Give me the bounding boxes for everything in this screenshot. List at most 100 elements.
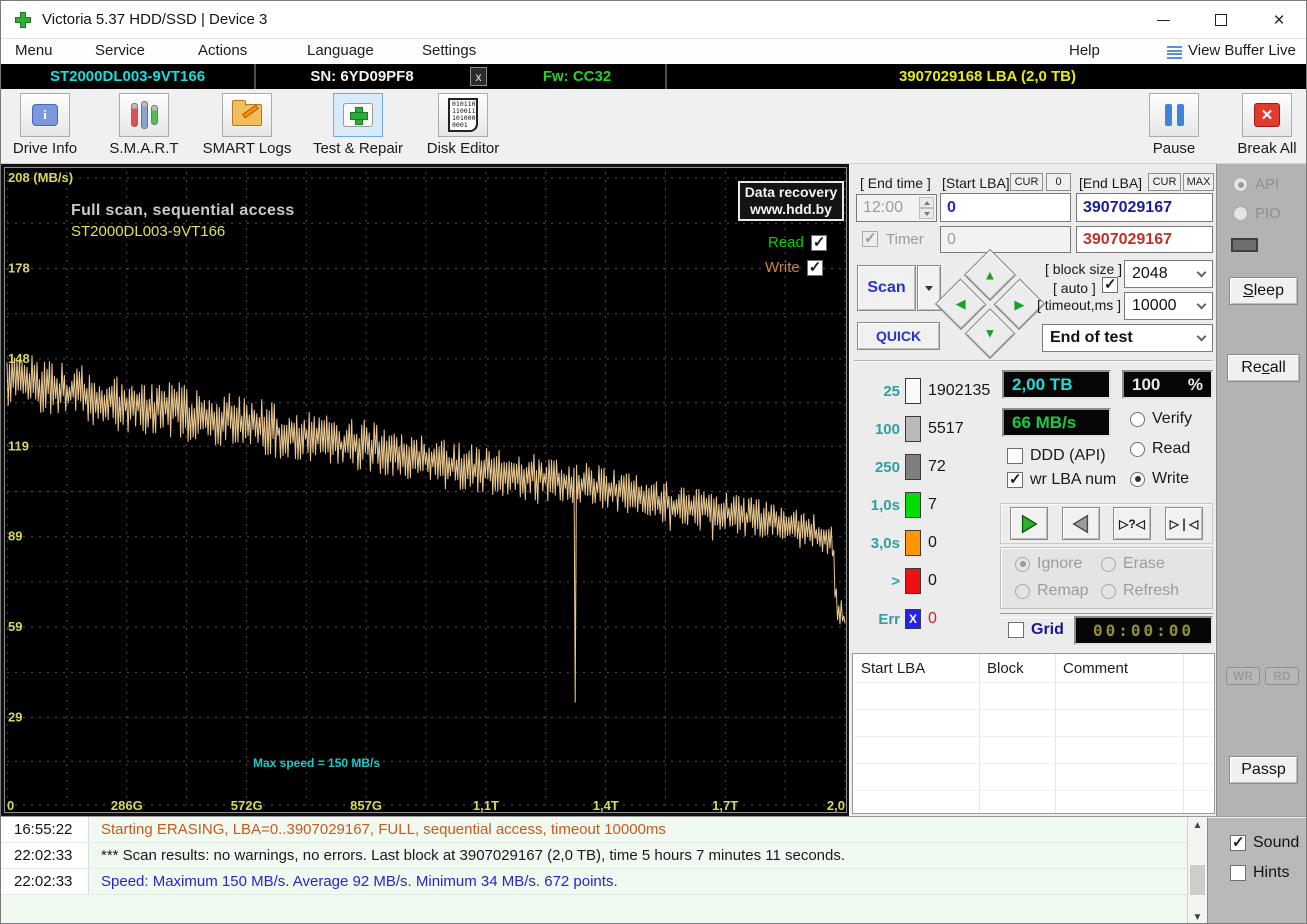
- legend-read: Read: [768, 233, 827, 251]
- erase-option[interactable]: Erase: [1101, 555, 1165, 573]
- wr-lba-option[interactable]: wr LBA num: [1007, 470, 1116, 489]
- ignore-option[interactable]: Ignore: [1015, 555, 1082, 573]
- svg-text:572G: 572G: [231, 798, 263, 812]
- auto-checkbox[interactable]: [1102, 275, 1118, 293]
- menu-item-menu[interactable]: Menu: [15, 42, 53, 59]
- menu-item-actions[interactable]: Actions: [198, 42, 247, 59]
- hints-option[interactable]: Hints: [1230, 864, 1289, 882]
- reverse-button[interactable]: [1062, 507, 1100, 540]
- api-option[interactable]: API: [1233, 176, 1279, 193]
- verify-radio[interactable]: [1130, 411, 1145, 427]
- erase-radio[interactable]: [1101, 556, 1116, 572]
- refresh-option[interactable]: Refresh: [1101, 582, 1179, 600]
- log-row: 22:02:33 *** Scan results: no warnings, n…: [1, 843, 1187, 869]
- end-lba-input[interactable]: 3907029167: [1076, 193, 1213, 222]
- sound-option[interactable]: Sound: [1230, 833, 1299, 852]
- block-size-combo[interactable]: 2048: [1124, 260, 1213, 288]
- smart-logs-button[interactable]: SMART Logs: [197, 93, 297, 161]
- smart-button[interactable]: S.M.A.R.T: [101, 93, 187, 161]
- sleep-button[interactable]: Sleep: [1229, 277, 1298, 305]
- menu-item-service[interactable]: Service: [95, 42, 145, 59]
- write-option[interactable]: Write: [1130, 470, 1189, 488]
- smart-icon: [119, 93, 169, 137]
- wr-lba-checkbox[interactable]: [1007, 470, 1023, 488]
- log-scrollbar[interactable]: ▲ ▼: [1187, 817, 1207, 923]
- counter-row: Err X 0: [860, 606, 990, 632]
- read-option[interactable]: Read: [1130, 440, 1190, 458]
- device-info-bar: ST2000DL003-9VT166 SN: 6YD09PF8 x Fw: CC…: [1, 64, 1306, 89]
- spinner-arrows[interactable]: [919, 197, 934, 219]
- api-radio[interactable]: [1233, 177, 1248, 192]
- close-button[interactable]: ×: [1250, 1, 1306, 39]
- pio-option[interactable]: PIO: [1233, 205, 1281, 222]
- log-message: Speed: Maximum 150 MB/s. Average 92 MB/s…: [101, 873, 618, 890]
- drive-info-button[interactable]: i Drive Info: [3, 93, 87, 161]
- remap-option[interactable]: Remap: [1015, 582, 1089, 600]
- end-time-spinner[interactable]: 12:00: [856, 194, 937, 222]
- passp-button[interactable]: Passp: [1229, 756, 1298, 784]
- read-checkbox[interactable]: [810, 233, 827, 251]
- end-of-test-combo[interactable]: End of test: [1042, 324, 1213, 352]
- ddd-api-option[interactable]: DDD (API): [1007, 447, 1106, 465]
- menu-item-view-buffer-live[interactable]: View Buffer Live: [1188, 42, 1296, 59]
- counter-value: 0: [928, 572, 937, 589]
- wr-button[interactable]: WR: [1226, 667, 1260, 685]
- seek-end-button[interactable]: ▷❘◁: [1165, 507, 1203, 540]
- device-bar-close-button[interactable]: x: [470, 67, 487, 86]
- end-lba-pass-input[interactable]: 3907029167: [1076, 226, 1213, 253]
- grid-option[interactable]: Grid: [1008, 621, 1064, 639]
- scroll-up-icon[interactable]: ▲: [1188, 817, 1207, 834]
- minimize-button[interactable]: [1134, 1, 1192, 39]
- scroll-thumb[interactable]: [1190, 865, 1205, 895]
- test-repair-button[interactable]: Test & Repair: [301, 93, 415, 161]
- pio-radio[interactable]: [1233, 206, 1248, 221]
- speed-display: 66 MB/s: [1002, 408, 1111, 437]
- start-lba-zero-button[interactable]: 0: [1046, 173, 1071, 191]
- menu-item-settings[interactable]: Settings: [422, 42, 476, 59]
- quick-button[interactable]: QUICK: [857, 322, 940, 350]
- chart-title: Full scan, sequential access: [71, 202, 295, 219]
- refresh-radio[interactable]: [1101, 583, 1116, 599]
- break-all-button[interactable]: ✕ Break All: [1229, 93, 1305, 161]
- grid-checkbox[interactable]: [1008, 622, 1024, 638]
- sound-checkbox[interactable]: [1230, 833, 1246, 851]
- counter-value: 5517: [928, 420, 964, 437]
- menu-item-language[interactable]: Language: [307, 42, 374, 59]
- start-lba-input[interactable]: 0: [940, 193, 1071, 222]
- log-message: *** Scan results: no warnings, no errors…: [101, 847, 846, 864]
- rd-button[interactable]: RD: [1265, 667, 1299, 685]
- remap-radio[interactable]: [1015, 583, 1030, 599]
- maximize-button[interactable]: [1192, 1, 1250, 39]
- menu-item-help[interactable]: Help: [1069, 42, 1100, 59]
- end-lba-max-button[interactable]: MAX: [1183, 173, 1214, 191]
- scan-button[interactable]: Scan: [857, 265, 916, 311]
- defect-table[interactable]: Start LBA Block Comment: [852, 653, 1215, 814]
- play-button[interactable]: [1010, 507, 1048, 540]
- ddd-api-checkbox[interactable]: [1007, 448, 1023, 464]
- end-lba-cur-button[interactable]: CUR: [1148, 173, 1181, 191]
- write-checkbox[interactable]: [806, 258, 823, 276]
- hints-checkbox[interactable]: [1230, 865, 1246, 881]
- counter-label: 1,0s: [870, 496, 900, 514]
- pause-label: Pause: [1152, 140, 1196, 157]
- legend-write: Write: [765, 258, 823, 276]
- pause-button[interactable]: Pause: [1141, 93, 1207, 161]
- seek-question-button[interactable]: ▷?◁: [1113, 507, 1151, 540]
- counter-color-block: [905, 530, 921, 556]
- ignore-radio[interactable]: [1015, 556, 1030, 572]
- view-buffer-icon: [1167, 46, 1182, 59]
- timeout-combo[interactable]: 10000: [1124, 292, 1213, 320]
- elapsed-timer-display: 00:00:00: [1074, 616, 1213, 645]
- read-radio[interactable]: [1130, 441, 1145, 457]
- write-radio[interactable]: [1130, 471, 1145, 487]
- timer-checkbox[interactable]: [862, 229, 878, 247]
- counter-row: 25 1902135: [860, 378, 990, 404]
- log-time: 22:02:33: [1, 869, 89, 894]
- start-lba-cur-button[interactable]: CUR: [1010, 173, 1043, 191]
- verify-option[interactable]: Verify: [1130, 410, 1192, 428]
- scroll-down-icon[interactable]: ▼: [1188, 909, 1207, 923]
- timer-value-input[interactable]: 0: [940, 226, 1071, 253]
- counter-label: 100: [874, 420, 900, 438]
- disk-editor-button[interactable]: 010110 110011 101000 0001 Disk Editor: [414, 93, 512, 161]
- recall-button[interactable]: Recall: [1227, 354, 1300, 382]
